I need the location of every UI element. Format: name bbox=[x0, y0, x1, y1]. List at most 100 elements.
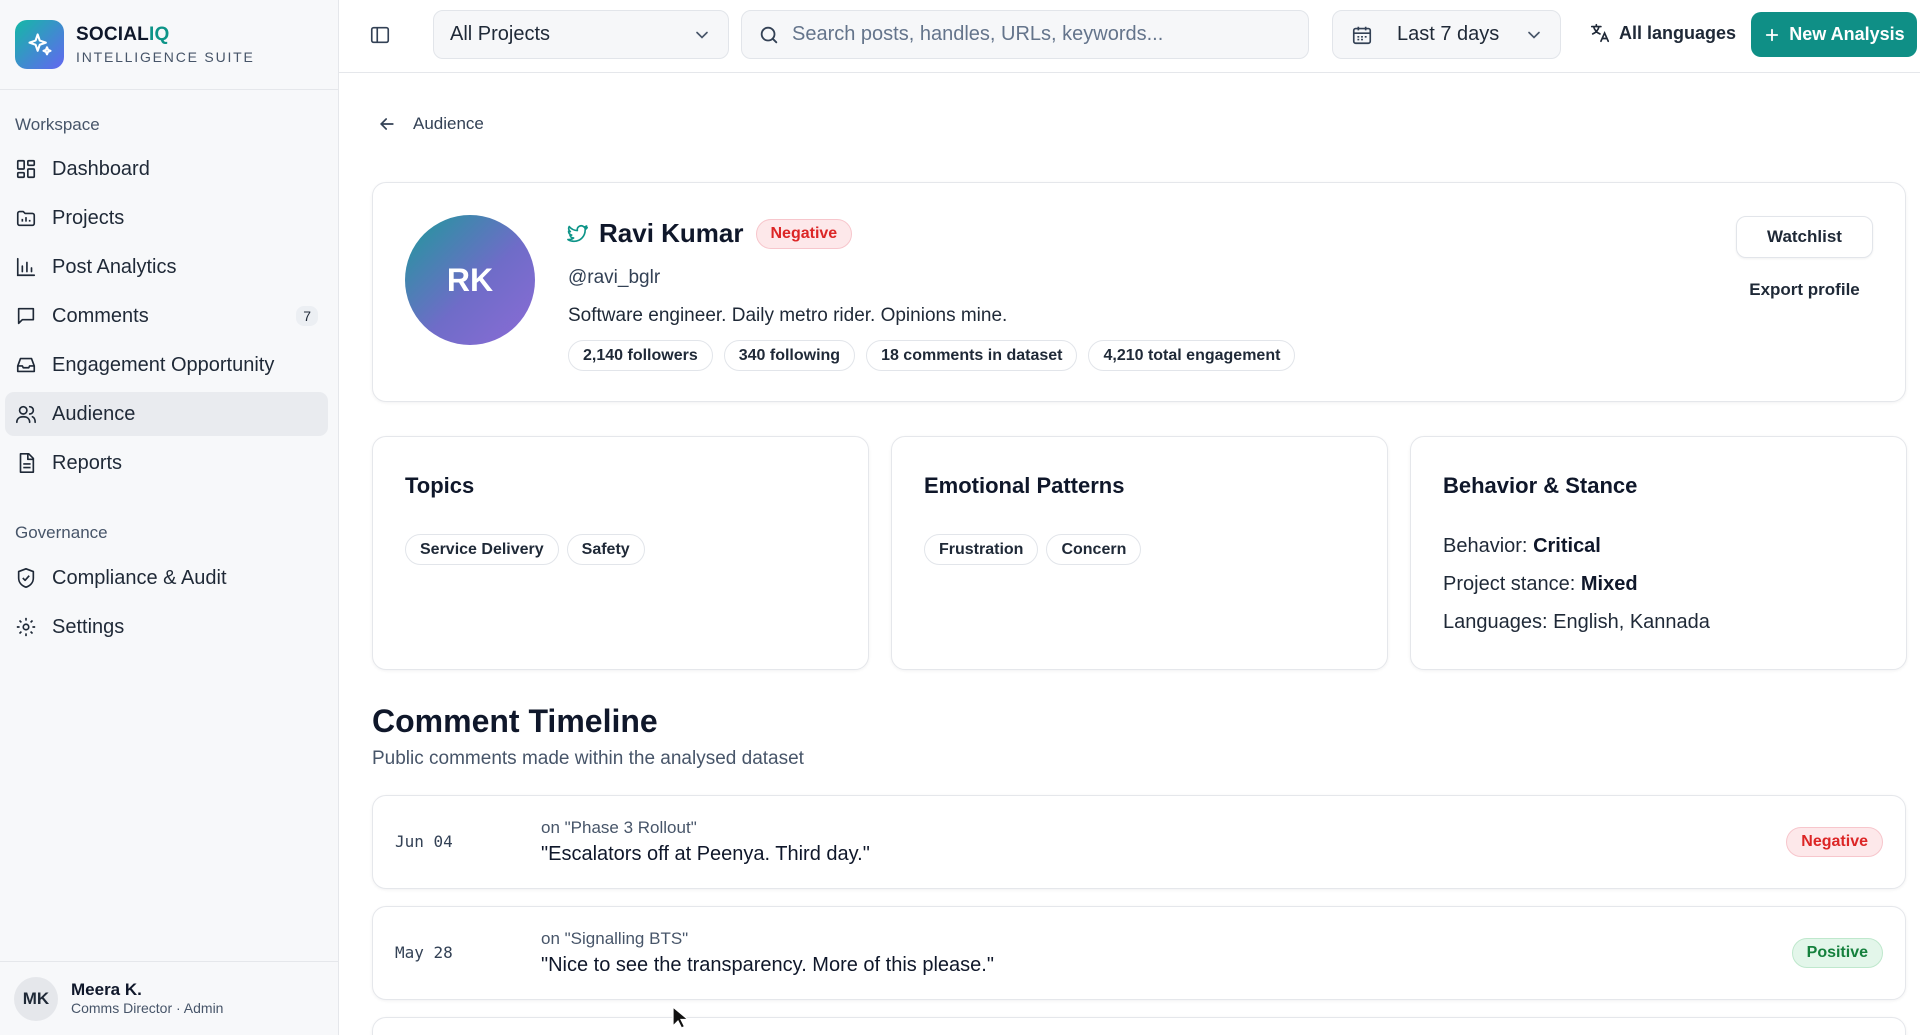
profile-bio: Software engineer. Daily metro rider. Op… bbox=[568, 305, 1008, 326]
language-filter-label: All languages bbox=[1619, 22, 1737, 43]
dashboard-icon bbox=[16, 159, 36, 179]
date-range-value: Last 7 days bbox=[1397, 23, 1500, 45]
stat-following: 340 following bbox=[723, 340, 856, 371]
topics-title: Topics bbox=[405, 473, 475, 498]
report-icon bbox=[19, 453, 35, 473]
sidebar-item-compliance-audit[interactable]: Compliance & Audit bbox=[5, 556, 328, 600]
sidebar-toggle-icon bbox=[370, 26, 390, 44]
export-profile-button[interactable]: Export profile bbox=[1736, 280, 1873, 300]
emotional-patterns-card: Emotional Patterns Frustration Concern bbox=[891, 436, 1388, 670]
project-select[interactable]: All Projects bbox=[433, 10, 729, 59]
calendar-icon bbox=[1352, 26, 1372, 45]
inbox-icon bbox=[16, 357, 36, 373]
language-filter-button[interactable]: All languages bbox=[1589, 22, 1736, 44]
sidebar-item-label: Comments bbox=[52, 304, 149, 327]
sidebar-item-dashboard[interactable]: Dashboard bbox=[5, 147, 328, 191]
profile-card: RK Ravi Kumar Negative @ravi_bglr Softwa… bbox=[372, 182, 1906, 402]
behavior-value: Critical bbox=[1533, 535, 1601, 557]
timeline-comment-text: "Escalators off at Peenya. Third day." bbox=[541, 843, 870, 865]
stat-engagement: 4,210 total engagement bbox=[1088, 340, 1296, 371]
user-role: Comms Director · Admin bbox=[71, 1000, 224, 1017]
emotion-chip: Concern bbox=[1046, 534, 1142, 565]
topbar: All Projects Search posts, handles, URLs… bbox=[339, 0, 1920, 73]
timeline-item[interactable]: May 28 on "Signalling BTS" "Nice to see … bbox=[372, 906, 1906, 1000]
sidebar-item-label: Compliance & Audit bbox=[52, 566, 227, 589]
shield-check-icon bbox=[17, 568, 35, 588]
nav-workspace: Workspace Dashboard Projects Post Analyt… bbox=[0, 113, 339, 490]
timeline-subtitle: Public comments made within the analysed… bbox=[372, 748, 804, 769]
timeline-date: Jun 04 bbox=[395, 832, 453, 851]
nav-heading-governance: Governance bbox=[15, 523, 108, 542]
new-analysis-button[interactable]: New Analysis bbox=[1751, 12, 1917, 57]
timeline-comment-text: "Nice to see the transparency. More of t… bbox=[541, 954, 994, 976]
topic-chip: Safety bbox=[566, 534, 645, 565]
sidebar-item-label: Settings bbox=[52, 615, 125, 638]
sparkle-logo-icon bbox=[15, 20, 64, 69]
users-icon bbox=[16, 405, 36, 424]
timeline-item[interactable]: Jun 04 on "Phase 3 Rollout" "Escalators … bbox=[372, 795, 1906, 889]
sidebar: SOCIALIQ INTELLIGENCE SUITE Workspace Da… bbox=[0, 0, 339, 1035]
brand-name: SOCIALIQ bbox=[76, 24, 170, 46]
folder-icon bbox=[16, 210, 36, 227]
user-profile[interactable]: MK Meera K. Comms Director · Admin bbox=[0, 961, 339, 1035]
timeline-title: Comment Timeline bbox=[372, 703, 658, 739]
behavior-row: Behavior: Critical bbox=[1443, 535, 1601, 557]
sidebar-item-engagement-opportunity[interactable]: Engagement Opportunity bbox=[5, 343, 328, 387]
user-name: Meera K. bbox=[71, 980, 142, 1000]
stat-comments: 18 comments in dataset bbox=[866, 340, 1078, 371]
chevron-down-icon bbox=[1528, 31, 1540, 39]
languages-value: English, Kannada bbox=[1553, 611, 1710, 633]
timeline-date: May 28 bbox=[395, 943, 453, 962]
sidebar-item-label: Post Analytics bbox=[52, 255, 177, 278]
search-placeholder: Search posts, handles, URLs, keywords... bbox=[792, 23, 1164, 45]
behavior-stance-card: Behavior & Stance Behavior: Critical Pro… bbox=[1410, 436, 1907, 670]
bar-chart-icon bbox=[16, 257, 36, 277]
emotion-chip: Frustration bbox=[924, 534, 1039, 565]
profile-avatar: RK bbox=[405, 215, 535, 345]
brand-subtitle: INTELLIGENCE SUITE bbox=[76, 48, 255, 65]
sentiment-badge: Positive bbox=[1791, 938, 1883, 968]
sidebar-item-label: Projects bbox=[52, 206, 125, 229]
sidebar-item-reports[interactable]: Reports bbox=[5, 441, 328, 485]
breadcrumb-label: Audience bbox=[413, 114, 484, 133]
twitter-bird-icon bbox=[567, 224, 588, 242]
sidebar-item-comments[interactable]: Comments 7 bbox=[5, 294, 328, 338]
sidebar-item-post-analytics[interactable]: Post Analytics bbox=[5, 245, 328, 289]
profile-stats: 2,140 followers 340 following 18 comment… bbox=[568, 340, 1306, 371]
languages-row: Languages: English, Kannada bbox=[1443, 611, 1710, 633]
emotions-title: Emotional Patterns bbox=[924, 473, 1125, 498]
sidebar-item-audience[interactable]: Audience bbox=[5, 392, 328, 436]
topics-card: Topics Service Delivery Safety bbox=[372, 436, 869, 670]
sidebar-item-label: Reports bbox=[52, 451, 123, 474]
timeline-item[interactable] bbox=[372, 1017, 1906, 1035]
timeline-post-ref: on "Signalling BTS" bbox=[541, 929, 689, 948]
date-range-select[interactable]: Last 7 days bbox=[1332, 10, 1561, 59]
sidebar-item-settings[interactable]: Settings bbox=[5, 605, 328, 649]
sentiment-badge: Negative bbox=[1786, 827, 1883, 857]
profile-name: Ravi Kumar bbox=[599, 218, 744, 248]
sidebar-item-label: Dashboard bbox=[52, 157, 150, 180]
arrow-left-icon[interactable] bbox=[377, 114, 397, 134]
comment-icon bbox=[17, 307, 35, 325]
project-select-value: All Projects bbox=[450, 23, 551, 45]
sentiment-badge: Negative bbox=[755, 218, 853, 249]
search-input[interactable]: Search posts, handles, URLs, keywords... bbox=[741, 10, 1309, 59]
mouse-cursor-icon bbox=[672, 1006, 690, 1029]
brand[interactable]: SOCIALIQ INTELLIGENCE SUITE bbox=[0, 0, 338, 90]
sidebar-item-label: Engagement Opportunity bbox=[52, 353, 275, 376]
stance-row: Project stance: Mixed bbox=[1443, 573, 1638, 595]
avatar: MK bbox=[14, 976, 58, 1021]
stat-followers: 2,140 followers bbox=[568, 340, 713, 371]
timeline-post-ref: on "Phase 3 Rollout" bbox=[541, 818, 697, 837]
watchlist-button[interactable]: Watchlist bbox=[1736, 216, 1873, 258]
behavior-title: Behavior & Stance bbox=[1443, 473, 1638, 498]
translate-icon bbox=[1590, 23, 1610, 43]
plus-icon bbox=[1766, 28, 1779, 41]
profile-handle: @ravi_bglr bbox=[568, 267, 661, 288]
sidebar-item-projects[interactable]: Projects bbox=[5, 196, 328, 240]
chevron-down-icon bbox=[696, 31, 708, 39]
breadcrumb[interactable]: Audience bbox=[377, 114, 484, 134]
sidebar-toggle-button[interactable] bbox=[365, 20, 395, 50]
nav-heading-workspace: Workspace bbox=[15, 115, 100, 134]
comments-count-badge: 7 bbox=[296, 306, 318, 326]
